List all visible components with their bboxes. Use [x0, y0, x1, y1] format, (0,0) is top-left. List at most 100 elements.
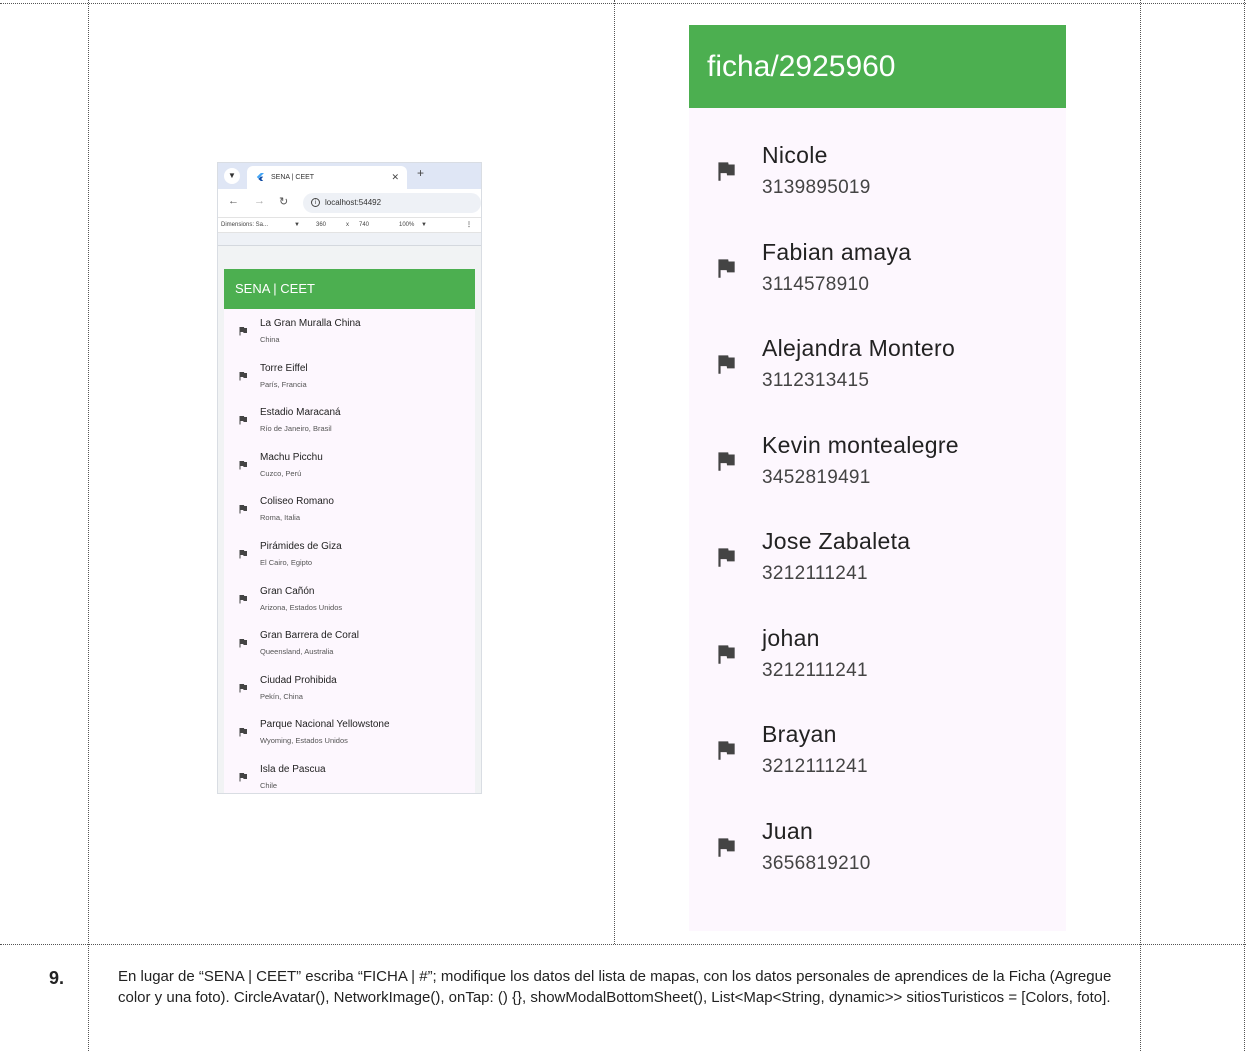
flag-icon [239, 683, 247, 693]
list-item-subtitle: Cuzco, Perú [260, 468, 302, 478]
list-item[interactable]: Pirámides de Giza El Cairo, Egipto [224, 532, 475, 577]
device-dimensions-select[interactable]: Dimensions: Sa... [221, 218, 268, 232]
list-item[interactable]: Torre Eiffel París, Francia [224, 354, 475, 399]
student-list-item[interactable]: Jose Zabaleta 3212111241 [689, 507, 1066, 604]
list-item-subtitle: El Cairo, Egipto [260, 557, 313, 567]
list-item[interactable]: Gran Cañón Arizona, Estados Unidos [224, 577, 475, 622]
student-name: johan [762, 624, 820, 651]
student-name: Brayan [762, 721, 837, 747]
student-phone: 3114578910 [762, 273, 870, 295]
flag-icon [239, 594, 247, 604]
student-name: Jose Zabaleta [762, 528, 911, 554]
new-tab-icon[interactable]: + [417, 166, 424, 180]
list-item[interactable]: Ciudad Prohibida Pekín, China [224, 666, 475, 711]
student-name: Alejandra Montero [762, 335, 956, 361]
list-item-title: Isla de Pascua [260, 763, 326, 775]
places-list: La Gran Muralla China China Torre Eiffel Pa… [224, 309, 475, 793]
list-item-title: Pirámides de Giza [260, 540, 342, 552]
tab-search-icon[interactable]: ▼ [224, 168, 240, 184]
list-item-title: Ciudad Prohibida [260, 674, 337, 686]
list-item-title: Machu Picchu [260, 451, 323, 463]
list-item[interactable]: Parque Nacional Yellowstone Wyoming, Esta… [224, 710, 475, 755]
student-phone: 3212111241 [762, 563, 868, 584]
reload-icon[interactable]: ↻ [279, 195, 288, 208]
flag-icon [718, 837, 735, 857]
device-zoom-select[interactable]: 100% [399, 218, 414, 232]
student-phone: 3212111241 [762, 756, 868, 777]
flag-icon [239, 728, 247, 737]
student-name: Juan [762, 817, 814, 844]
student-name: Kevin montealegre [762, 431, 959, 458]
list-item-subtitle: Wyoming, Estados Unidos [260, 736, 348, 746]
device-height[interactable]: 740 [359, 218, 369, 232]
grid-line-top [0, 3, 1246, 4]
student-list-item[interactable]: Juan 3656819210 [689, 797, 1066, 894]
tab-title: SENA | CEET [271, 174, 315, 181]
ficha-app-bar-title: ficha/2925960 [689, 25, 1066, 108]
more-options-icon[interactable]: ⋮ [466, 218, 472, 232]
chevron-down-icon: ▼ [421, 222, 427, 228]
list-item-subtitle: Queensland, Australia [260, 647, 334, 657]
list-item-title: Gran Barrera de Coral [260, 630, 359, 642]
list-item-title: Coliseo Romano [260, 496, 334, 508]
flag-icon [718, 548, 735, 567]
flag-icon [718, 355, 735, 374]
flag-icon [718, 258, 735, 278]
flag-icon [239, 639, 247, 648]
list-item-subtitle: París, Francia [260, 379, 307, 389]
flag-icon [718, 644, 735, 664]
student-phone: 3112313415 [762, 370, 870, 391]
list-item-subtitle: Chile [260, 780, 278, 790]
flag-icon [718, 741, 735, 760]
ficha-app-screenshot: ficha/2925960 Nicole 3139895019 Fabian ama… [689, 25, 1066, 931]
list-item[interactable]: La Gran Muralla China China [224, 309, 475, 354]
tab-close-icon[interactable]: ✕ [391, 166, 399, 189]
url-field[interactable]: i localhost:54492 [303, 193, 481, 213]
grid-line-right [1140, 0, 1141, 1051]
browser-screenshot: ▼ SENA | CEET ✕ + ← → ↻ i localhost:5449… [217, 162, 482, 794]
phone-preview: SENA | CEET La Gran Muralla China China To… [224, 269, 475, 793]
flag-icon [239, 460, 247, 470]
student-list-item[interactable]: Fabian amaya 3114578910 [689, 218, 1066, 315]
list-item-subtitle: Roma, Italia [260, 513, 301, 523]
flutter-logo-icon [256, 173, 264, 181]
forward-icon[interactable]: → [254, 195, 265, 207]
list-item-title: Parque Nacional Yellowstone [260, 719, 390, 731]
student-phone: 3452819491 [762, 466, 871, 488]
chevron-down-icon: ▼ [294, 222, 300, 228]
list-item[interactable]: Machu Picchu Cuzco, Perú [224, 443, 475, 488]
student-list-item[interactable]: Alejandra Montero 3112313415 [689, 314, 1066, 411]
app-bar-title: SENA | CEET [224, 269, 475, 309]
back-icon[interactable]: ← [228, 195, 239, 207]
list-item-subtitle: Pekín, China [260, 691, 303, 701]
flag-icon [718, 162, 735, 181]
list-item-subtitle: Arizona, Estados Unidos [260, 602, 343, 612]
row-number: 9. [49, 968, 65, 988]
browser-address-bar: ← → ↻ i localhost:54492 [218, 189, 481, 217]
device-width[interactable]: 360 [316, 218, 326, 232]
list-item-title: Gran Cañón [260, 585, 315, 597]
grid-line-edge [1244, 0, 1245, 1051]
flag-icon [239, 772, 247, 782]
student-phone: 3212111241 [762, 659, 868, 681]
list-item[interactable]: Coliseo Romano Roma, Italia [224, 487, 475, 532]
list-item-title: La Gran Muralla China [260, 318, 361, 329]
grid-line-middle [0, 944, 1246, 945]
flag-icon [239, 416, 247, 425]
flag-icon [239, 371, 247, 381]
student-list-item[interactable]: Nicole 3139895019 [689, 121, 1066, 218]
students-list: Nicole 3139895019 Fabian amaya 3114578910 Al… [689, 108, 1066, 893]
site-info-icon[interactable]: i [311, 198, 320, 207]
list-item[interactable]: Estadio Maracaná Río de Janeiro, Brasil [224, 398, 475, 443]
flag-icon [239, 549, 247, 559]
browser-tab[interactable]: SENA | CEET ✕ [247, 166, 407, 189]
student-name: Fabian amaya [762, 238, 912, 265]
student-list-item[interactable]: Kevin montealegre 3452819491 [689, 411, 1066, 508]
list-item[interactable]: Isla de Pascua Chile [224, 755, 475, 793]
student-list-item[interactable]: johan 3212111241 [689, 604, 1066, 701]
dimension-times: x [346, 222, 349, 228]
devtools-device-bar: Dimensions: Sa... ▼ 360 x 740 100% ▼ ⋮ [218, 217, 481, 233]
list-item[interactable]: Gran Barrera de Coral Queensland, Austral… [224, 621, 475, 666]
devtools-ruler [218, 233, 481, 246]
student-list-item[interactable]: Brayan 3212111241 [689, 700, 1066, 797]
